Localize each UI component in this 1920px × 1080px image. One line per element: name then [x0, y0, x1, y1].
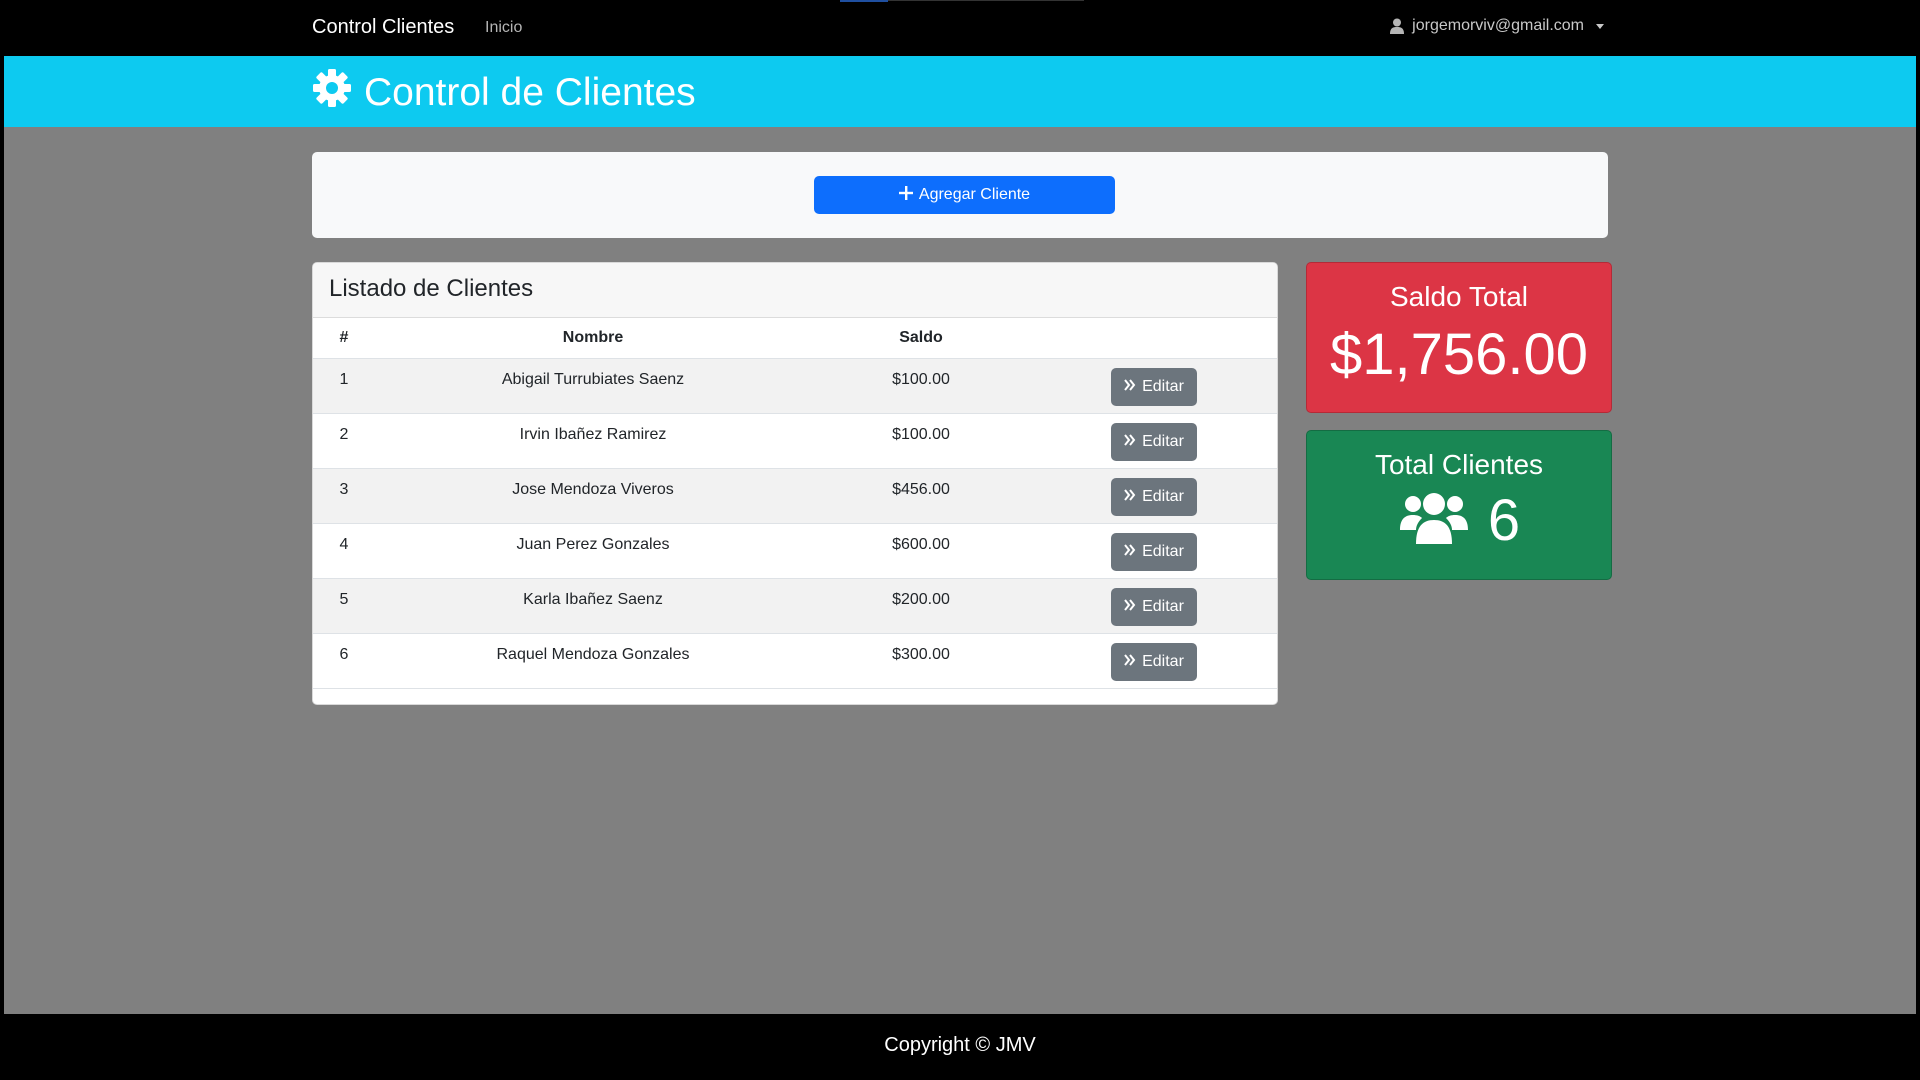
row-number: 4 [313, 523, 375, 579]
table-row: 5 Karla Ibañez Saenz $200.00 Editar [313, 578, 1277, 634]
double-chevron-right-icon [1124, 543, 1136, 561]
row-nombre: Abigail Turrubiates Saenz [375, 358, 811, 414]
row-actions: Editar [1031, 413, 1277, 469]
double-chevron-right-icon [1124, 488, 1136, 506]
row-number: 6 [313, 633, 375, 689]
page-title: Control de Clientes [312, 68, 696, 118]
row-number: 5 [313, 578, 375, 634]
chevron-down-icon [1596, 23, 1604, 29]
total-clientes-title: Total Clientes [1374, 449, 1544, 480]
clients-table: # Nombre Saldo 1 Abigail Turrubiates Sae… [313, 318, 1277, 689]
total-clientes-card: Total Clientes 6 [1306, 430, 1612, 580]
row-saldo: $456.00 [811, 468, 1031, 524]
edit-button-label: Editar [1142, 652, 1184, 670]
nav-link-inicio[interactable]: Inicio [485, 19, 522, 37]
row-number: 2 [313, 413, 375, 469]
edit-button[interactable]: Editar [1111, 367, 1197, 406]
clients-list-title: Listado de Clientes [329, 275, 534, 302]
total-clientes-value: 6 [1487, 488, 1521, 553]
row-actions: Editar [1031, 523, 1277, 579]
edit-button-label: Editar [1142, 542, 1184, 560]
row-actions: Editar [1031, 578, 1277, 634]
row-saldo: $300.00 [811, 633, 1031, 689]
table-row: 4 Juan Perez Gonzales $600.00 Editar [313, 523, 1277, 579]
table-row: 3 Jose Mendoza Viveros $456.00 Editar [313, 468, 1277, 524]
row-saldo: $600.00 [811, 523, 1031, 579]
edit-button-label: Editar [1142, 597, 1184, 615]
row-nombre: Irvin Ibañez Ramirez [375, 413, 811, 469]
edit-button[interactable]: Editar [1111, 587, 1197, 626]
add-client-button[interactable]: Agregar Cliente [814, 176, 1115, 214]
page-header: Control de Clientes [4, 56, 1916, 127]
row-nombre: Jose Mendoza Viveros [375, 468, 811, 524]
table-row: 1 Abigail Turrubiates Saenz $100.00 Edit… [313, 358, 1277, 414]
page-footer: Copyright © JMV [4, 1014, 1916, 1076]
user-icon [1390, 18, 1405, 34]
row-number: 1 [313, 358, 375, 414]
user-email: jorgemorviv@gmail.com [1412, 17, 1584, 34]
edit-button[interactable]: Editar [1111, 477, 1197, 516]
double-chevron-right-icon [1124, 653, 1136, 671]
edit-button-label: Editar [1142, 432, 1184, 450]
column-header-saldo: Saldo [811, 318, 1031, 359]
edit-button-label: Editar [1142, 377, 1184, 395]
column-header-actions [1031, 318, 1277, 359]
nav-accent-line [840, 0, 888, 2]
gear-icon [312, 68, 352, 118]
column-header-nombre: Nombre [375, 318, 811, 359]
row-saldo: $100.00 [811, 413, 1031, 469]
saldo-total-title: Saldo Total [1389, 281, 1529, 312]
user-dropdown[interactable]: jorgemorviv@gmail.com [1390, 17, 1604, 35]
nav-accent-line-secondary [888, 0, 1084, 1]
saldo-total-value: $1,756.00 [1329, 322, 1589, 387]
edit-button-label: Editar [1142, 487, 1184, 505]
edit-button[interactable]: Editar [1111, 422, 1197, 461]
add-client-label: Agregar Cliente [918, 186, 1031, 203]
page-title-text: Control de Clientes [364, 71, 696, 114]
top-navbar: Control Clientes Inicio jorgemorviv@gmai… [4, 0, 1916, 56]
row-nombre: Juan Perez Gonzales [375, 523, 811, 579]
clients-table-body: 1 Abigail Turrubiates Saenz $100.00 Edit… [313, 358, 1277, 689]
plus-icon [898, 185, 913, 205]
double-chevron-right-icon [1124, 378, 1136, 396]
row-actions: Editar [1031, 358, 1277, 414]
row-nombre: Raquel Mendoza Gonzales [375, 633, 811, 689]
edit-button[interactable]: Editar [1111, 642, 1197, 681]
row-number: 3 [313, 468, 375, 524]
column-header-number: # [313, 318, 375, 359]
double-chevron-right-icon [1124, 433, 1136, 451]
table-header-row: # Nombre Saldo [313, 318, 1277, 359]
row-actions: Editar [1031, 633, 1277, 689]
clients-list-header: Listado de Clientes [313, 263, 1277, 318]
app-window: Control Clientes Inicio jorgemorviv@gmai… [4, 0, 1916, 1076]
table-row: 6 Raquel Mendoza Gonzales $300.00 Editar [313, 633, 1277, 689]
row-saldo: $100.00 [811, 358, 1031, 414]
navbar-brand[interactable]: Control Clientes [312, 16, 454, 39]
double-chevron-right-icon [1124, 598, 1136, 616]
row-actions: Editar [1031, 468, 1277, 524]
edit-button[interactable]: Editar [1111, 532, 1197, 571]
users-icon [1398, 490, 1470, 551]
row-nombre: Karla Ibañez Saenz [375, 578, 811, 634]
saldo-total-card: Saldo Total $1,756.00 [1306, 262, 1612, 413]
row-saldo: $200.00 [811, 578, 1031, 634]
table-row: 2 Irvin Ibañez Ramirez $100.00 Editar [313, 413, 1277, 469]
clients-list-card: Listado de Clientes # Nombre Saldo 1 Abi… [312, 262, 1278, 705]
footer-copyright: Copyright © JMV [884, 1033, 1036, 1056]
actions-card: Agregar Cliente [312, 152, 1608, 238]
total-clientes-row: 6 [1307, 487, 1611, 554]
